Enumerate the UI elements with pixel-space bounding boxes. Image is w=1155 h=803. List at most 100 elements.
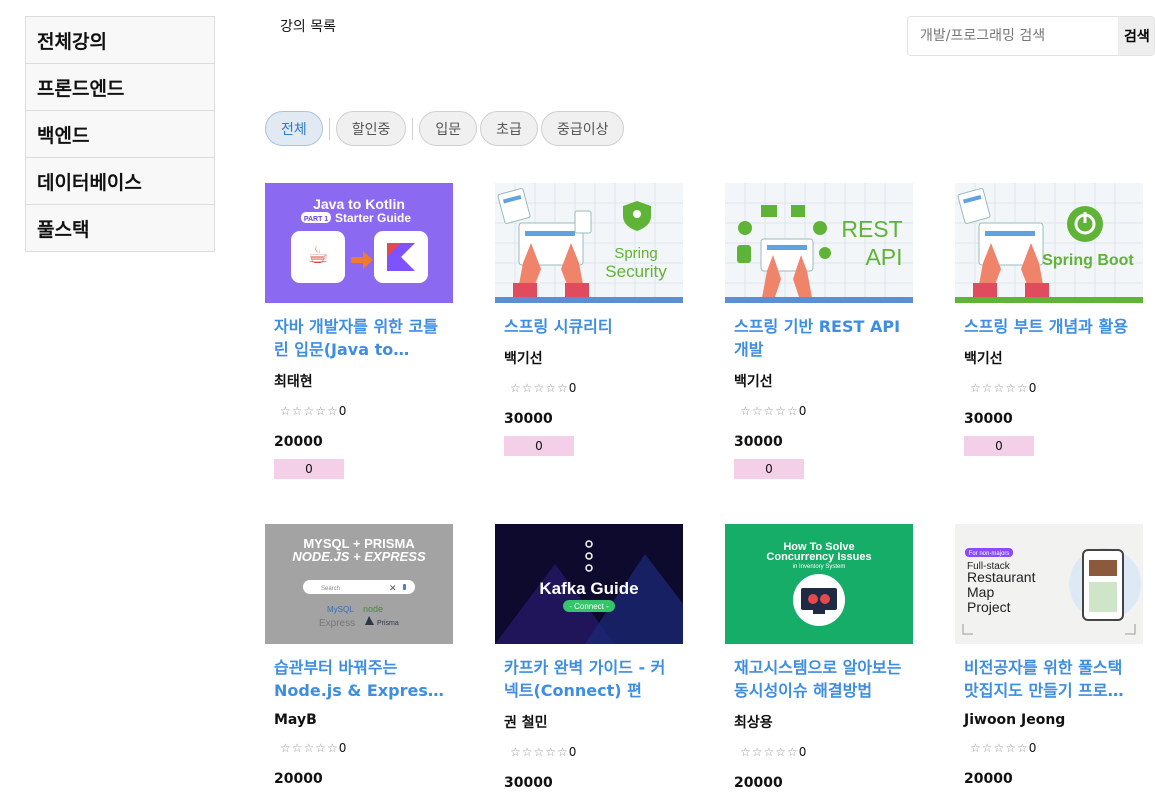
discount-badge: 0 [274, 459, 344, 479]
review-count: 0 [1028, 381, 1037, 395]
course-title[interactable]: 자바 개발자를 위한 코틀린 입문(Java to Kotlin Starter… [274, 315, 444, 361]
course-title[interactable]: 재고시스템으로 알아보는 동시성이슈 해결방법 [734, 656, 904, 702]
review-count: 0 [568, 381, 577, 395]
star-rating-icon: ☆☆☆☆☆ [970, 741, 1029, 755]
star-rating-icon: ☆☆☆☆☆ [740, 404, 799, 418]
course-instructor: 백기선 [964, 351, 1003, 367]
svg-text:☕: ☕ [307, 241, 329, 269]
course-rating: ☆☆☆☆☆ 0 [510, 745, 674, 759]
course-price: 20000 [274, 434, 323, 450]
course-card[interactable]: How To Solve Concurrency Issues in Inven… [725, 524, 913, 791]
thumb-text: - Connect - [569, 602, 609, 611]
thumb-text: Kafka Guide [539, 579, 638, 598]
course-price: 20000 [734, 775, 783, 791]
course-title[interactable]: 스프링 시큐리티 [504, 315, 674, 338]
course-instructor: MayB [274, 712, 317, 728]
course-card[interactable]: Java to Kotlin PART 1 Starter Guide ☕ 자바… [265, 183, 453, 479]
svg-text:✕: ✕ [389, 584, 397, 594]
course-rating: ☆☆☆☆☆ 0 [740, 404, 904, 418]
thumb-text: Java to Kotlin [313, 196, 405, 212]
course-title[interactable]: 비전공자를 위한 풀스택 맛집지도 만들기 프로젝트 [964, 656, 1134, 702]
course-instructor: 백기선 [734, 374, 773, 390]
filter-divider [328, 117, 330, 140]
course-rating: ☆☆☆☆☆ 0 [970, 741, 1134, 755]
course-rating: ☆☆☆☆☆ 0 [970, 381, 1134, 395]
search-input[interactable] [908, 17, 1118, 55]
filter-chip-beginner[interactable]: 초급 [480, 111, 538, 146]
thumb-text: Spring Boot [1042, 252, 1134, 269]
course-instructor: 백기선 [504, 351, 543, 367]
course-card[interactable]: Spring Boot 스프링 부트 개념과 활용 백기선 ☆☆☆☆☆ 0 300… [955, 183, 1143, 456]
sidebar-item-fullstack[interactable]: 풀스택 [25, 204, 215, 252]
filter-chip-intro[interactable]: 입문 [419, 111, 478, 146]
course-price: 20000 [274, 771, 323, 787]
course-instructor: 최상용 [734, 715, 773, 731]
course-title[interactable]: 카프카 완벽 가이드 - 커넥트(Connect) 편 [504, 656, 674, 702]
search-button[interactable]: 검색 [1118, 17, 1154, 55]
review-count: 0 [798, 404, 807, 418]
course-instructor: Jiwoon Jeong [964, 712, 1066, 728]
thumb-text: API [865, 244, 902, 270]
level-filter-bar: 전체 할인중 입문 초급 중급이상 [265, 111, 627, 146]
review-count: 0 [1028, 741, 1037, 755]
course-thumbnail[interactable]: MYSQL + PRISMA NODE.JS + EXPRESS Search … [265, 524, 453, 644]
filter-chip-discount[interactable]: 할인중 [335, 111, 407, 146]
sidebar-item-backend[interactable]: 백엔드 [25, 110, 215, 158]
thumb-text: REST [841, 216, 902, 242]
review-count: 0 [338, 741, 347, 755]
filter-chip-intermediate[interactable]: 중급이상 [540, 111, 625, 146]
thumb-text: MySQL [327, 605, 354, 614]
course-price: 30000 [504, 775, 553, 791]
course-price: 30000 [504, 411, 553, 427]
star-rating-icon: ☆☆☆☆☆ [280, 404, 339, 418]
thumb-text: Project [967, 599, 1011, 615]
course-title[interactable]: 습관부터 바꿔주는 Node.js & Express 기초 [274, 656, 444, 702]
thumb-text: Spring [614, 245, 657, 262]
page-title: 강의 목록 [280, 19, 336, 35]
sidebar-item-frontend[interactable]: 프론드엔드 [25, 63, 215, 111]
sidebar-item-all[interactable]: 전체강의 [25, 16, 215, 64]
course-thumbnail[interactable]: REST API [725, 183, 913, 303]
star-rating-icon: ☆☆☆☆☆ [740, 745, 799, 759]
course-instructor: 권 철민 [504, 715, 548, 731]
thumb-text: PART 1 [304, 216, 328, 223]
course-instructor: 최태현 [274, 374, 313, 390]
course-thumbnail[interactable]: Spring Boot [955, 183, 1143, 303]
thumb-text: NODE.JS + EXPRESS [292, 549, 426, 564]
course-price: 20000 [964, 771, 1013, 787]
course-thumbnail[interactable]: Spring Security [495, 183, 683, 303]
filter-divider [412, 117, 414, 140]
course-price: 30000 [734, 434, 783, 450]
course-title[interactable]: 스프링 기반 REST API 개발 [734, 315, 904, 361]
review-count: 0 [338, 404, 347, 418]
course-thumbnail[interactable]: How To Solve Concurrency Issues in Inven… [725, 524, 913, 644]
star-rating-icon: ☆☆☆☆☆ [510, 381, 569, 395]
review-count: 0 [568, 745, 577, 759]
sidebar-item-database[interactable]: 데이터베이스 [25, 157, 215, 205]
star-rating-icon: ☆☆☆☆☆ [280, 741, 339, 755]
thumb-text: Restaurant [967, 569, 1036, 585]
course-card[interactable]: Kafka Guide - Connect - 카프카 완벽 가이드 - 커넥트… [495, 524, 683, 791]
thumb-text: Starter Guide [335, 211, 411, 225]
discount-badge: 0 [964, 436, 1034, 456]
course-card[interactable]: REST API 스프링 기반 REST API 개발 백기선 ☆☆☆☆☆ 0 3… [725, 183, 913, 479]
thumb-text: node [363, 604, 383, 614]
course-rating: ☆☆☆☆☆ 0 [280, 741, 444, 755]
discount-badge: 0 [734, 459, 804, 479]
thumb-text: Express [319, 618, 355, 629]
filter-chip-all[interactable]: 전체 [265, 111, 323, 146]
star-rating-icon: ☆☆☆☆☆ [970, 381, 1029, 395]
course-thumbnail[interactable]: For non-majors Full-stack Restaurant Map… [955, 524, 1143, 644]
course-card[interactable]: Spring Security 스프링 시큐리티 백기선 ☆☆☆☆☆ 0 3000… [495, 183, 683, 456]
course-price: 30000 [964, 411, 1013, 427]
course-card[interactable]: For non-majors Full-stack Restaurant Map… [955, 524, 1143, 787]
thumb-text: Map [967, 584, 994, 600]
course-card[interactable]: MYSQL + PRISMA NODE.JS + EXPRESS Search … [265, 524, 453, 787]
course-title[interactable]: 스프링 부트 개념과 활용 [964, 315, 1134, 338]
course-thumbnail[interactable]: Kafka Guide - Connect - [495, 524, 683, 644]
review-count: 0 [798, 745, 807, 759]
thumb-text: in Inventory System [793, 564, 846, 570]
category-sidebar: 전체강의 프론드엔드 백엔드 데이터베이스 풀스택 [25, 16, 215, 252]
course-rating: ☆☆☆☆☆ 0 [740, 745, 904, 759]
course-thumbnail[interactable]: Java to Kotlin PART 1 Starter Guide ☕ [265, 183, 453, 303]
